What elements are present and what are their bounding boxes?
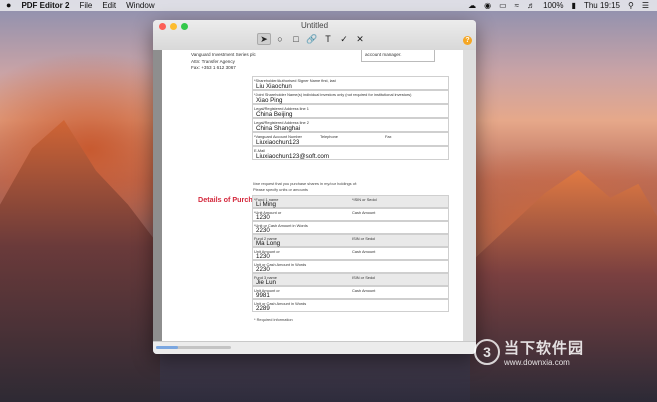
menu-bar: ● PDF Editor 2 File Edit Window ☁ ◉ ▭ ≈ … bbox=[0, 0, 657, 11]
signer-value: Liu Xiaochun bbox=[256, 83, 292, 90]
mountain-left bbox=[0, 120, 160, 402]
telephone-label: Telephone bbox=[320, 134, 338, 139]
vertical-scroll-area[interactable] bbox=[463, 50, 476, 341]
purchase-note: I/we request that you purchase shares in… bbox=[253, 181, 358, 186]
rectangle-icon[interactable]: □ bbox=[289, 33, 303, 45]
fund3-unit-value: 9981 bbox=[256, 292, 270, 299]
fund2-name-value: Ma Long bbox=[256, 240, 281, 247]
scrollbar-thumb[interactable] bbox=[156, 346, 178, 349]
account-manager-box: account manager. bbox=[361, 50, 435, 62]
site-watermark: 3 当下软件园 www.downxia.com bbox=[474, 337, 584, 367]
horizontal-scrollbar[interactable] bbox=[156, 346, 231, 349]
signer-field[interactable]: *Shareholder/Authorised Signer Name firs… bbox=[252, 76, 449, 90]
clock[interactable]: Thu 19:15 bbox=[584, 0, 620, 11]
ellipse-icon[interactable]: ○ bbox=[273, 33, 287, 45]
pdf-editor-window: Untitled ➤ ○ □ 🔗 T ✓ ✕ ? Vanguard Invest… bbox=[153, 20, 476, 354]
fund2-name-field[interactable]: Fund 2 name ISIN or Sedol Ma Long bbox=[252, 234, 449, 247]
wifi-icon[interactable]: ≈ bbox=[515, 0, 519, 11]
fund1-name-value: Li Ming bbox=[256, 201, 276, 208]
battery-percent[interactable]: 100% bbox=[543, 0, 563, 11]
fund3-words-value: 2289 bbox=[256, 305, 270, 312]
address-line1-value: China Beijing bbox=[256, 111, 293, 118]
address-block: Vanguard Investment Series plc Attn: Tra… bbox=[191, 52, 256, 72]
email-value: Liuxiaochun123@soft.com bbox=[256, 153, 330, 160]
help-button[interactable]: ? bbox=[463, 36, 472, 45]
fund1-unit-value: 1230 bbox=[256, 214, 270, 221]
fund3-name-field[interactable]: Fund 3 name ISIN or Sedol Jie Lun bbox=[252, 273, 449, 286]
fund1-words-field[interactable]: *Unit or Cash Amount in Words 2230 bbox=[252, 221, 449, 234]
title-bar[interactable]: Untitled ➤ ○ □ 🔗 T ✓ ✕ ? bbox=[153, 20, 476, 51]
cloud-icon[interactable]: ☁ bbox=[468, 0, 476, 11]
joint-shareholder-field[interactable]: *Joint Shareholder Name(s) individual in… bbox=[252, 90, 449, 104]
text-icon[interactable]: T bbox=[321, 33, 335, 45]
address-line2-field[interactable]: Legal/Registered Address line 2 China Sh… bbox=[252, 118, 449, 132]
fund2-amount-field[interactable]: Unit Amount or Cash Amount 1230 bbox=[252, 247, 449, 260]
account-number-value: Liuxiaochun123 bbox=[256, 139, 300, 146]
fund1-isin-label: *ISIN or Sedol bbox=[352, 197, 377, 202]
pdf-page[interactable]: Vanguard Investment Series plc Attn: Tra… bbox=[162, 50, 463, 341]
menu-edit[interactable]: Edit bbox=[102, 0, 116, 11]
display-icon[interactable]: ▭ bbox=[499, 0, 507, 11]
document-area: Vanguard Investment Series plc Attn: Tra… bbox=[153, 50, 476, 354]
address-line2-value: China Shanghai bbox=[256, 125, 301, 132]
address-line: Vanguard Investment Series plc bbox=[191, 52, 256, 57]
arrow-select-icon[interactable]: ➤ bbox=[257, 33, 271, 45]
search-icon[interactable]: ⚲ bbox=[628, 0, 634, 11]
fund2-cash-label: Cash Amount bbox=[352, 249, 376, 254]
fund3-isin-label: ISIN or Sedol bbox=[352, 275, 376, 280]
email-field[interactable]: E-Mail Liuxiaochun123@soft.com bbox=[252, 146, 449, 160]
watermark-badge: 3 bbox=[474, 339, 500, 365]
cross-icon[interactable]: ✕ bbox=[353, 33, 367, 45]
menu-window[interactable]: Window bbox=[126, 0, 154, 11]
address-line: Fax: +353 1 612 3067 bbox=[191, 65, 236, 70]
fund1-cash-label: Cash Amount bbox=[352, 210, 376, 215]
link-icon[interactable]: 🔗 bbox=[305, 33, 319, 45]
check-icon[interactable]: ✓ bbox=[337, 33, 351, 45]
fund3-name-value: Jie Lun bbox=[256, 279, 276, 286]
fund1-name-field[interactable]: *Fund 1 name *ISIN or Sedol Li Ming bbox=[252, 195, 449, 208]
purchase-note: Please specify units or amounts bbox=[253, 187, 308, 192]
menu-list-icon[interactable]: ☰ bbox=[642, 0, 649, 11]
mountain-right bbox=[470, 170, 657, 402]
fund2-words-value: 2230 bbox=[256, 266, 270, 273]
apple-menu-icon[interactable]: ● bbox=[6, 0, 11, 11]
fund2-unit-value: 1230 bbox=[256, 253, 270, 260]
required-note: * Required information bbox=[254, 317, 293, 322]
fund3-words-field[interactable]: Unit or Cash Amount in Words 2289 bbox=[252, 299, 449, 312]
fax-label: Fax bbox=[385, 134, 392, 139]
watermark-url: www.downxia.com bbox=[504, 358, 570, 367]
fund1-words-value: 2230 bbox=[256, 227, 270, 234]
fund3-cash-label: Cash Amount bbox=[352, 288, 376, 293]
window-title: Untitled bbox=[300, 21, 329, 30]
address-line1-field[interactable]: Legal/Registered Address line 1 China Be… bbox=[252, 104, 449, 118]
fund1-amount-field[interactable]: *Unit Amount or Cash Amount 1230 bbox=[252, 208, 449, 221]
fund3-amount-field[interactable]: Unit Amount or Cash Amount 9981 bbox=[252, 286, 449, 299]
status-bar bbox=[153, 341, 476, 354]
volume-icon[interactable]: ♬ bbox=[527, 0, 535, 11]
watermark-text: 当下软件园 bbox=[504, 340, 585, 357]
battery-icon[interactable]: ▮ bbox=[572, 0, 576, 11]
menu-file[interactable]: File bbox=[79, 0, 92, 11]
menu-app-name[interactable]: PDF Editor 2 bbox=[21, 0, 69, 11]
user-icon[interactable]: ◉ bbox=[484, 0, 491, 11]
fund2-words-field[interactable]: Unit or Cash Amount in Words 2230 bbox=[252, 260, 449, 273]
account-number-row[interactable]: *Vanguard Account Number Telephone Fax L… bbox=[252, 132, 449, 146]
annotation-toolbar: ➤ ○ □ 🔗 T ✓ ✕ bbox=[257, 33, 367, 45]
joint-shareholder-value: Xiao Ping bbox=[256, 97, 283, 104]
fund2-isin-label: ISIN or Sedol bbox=[352, 236, 376, 241]
